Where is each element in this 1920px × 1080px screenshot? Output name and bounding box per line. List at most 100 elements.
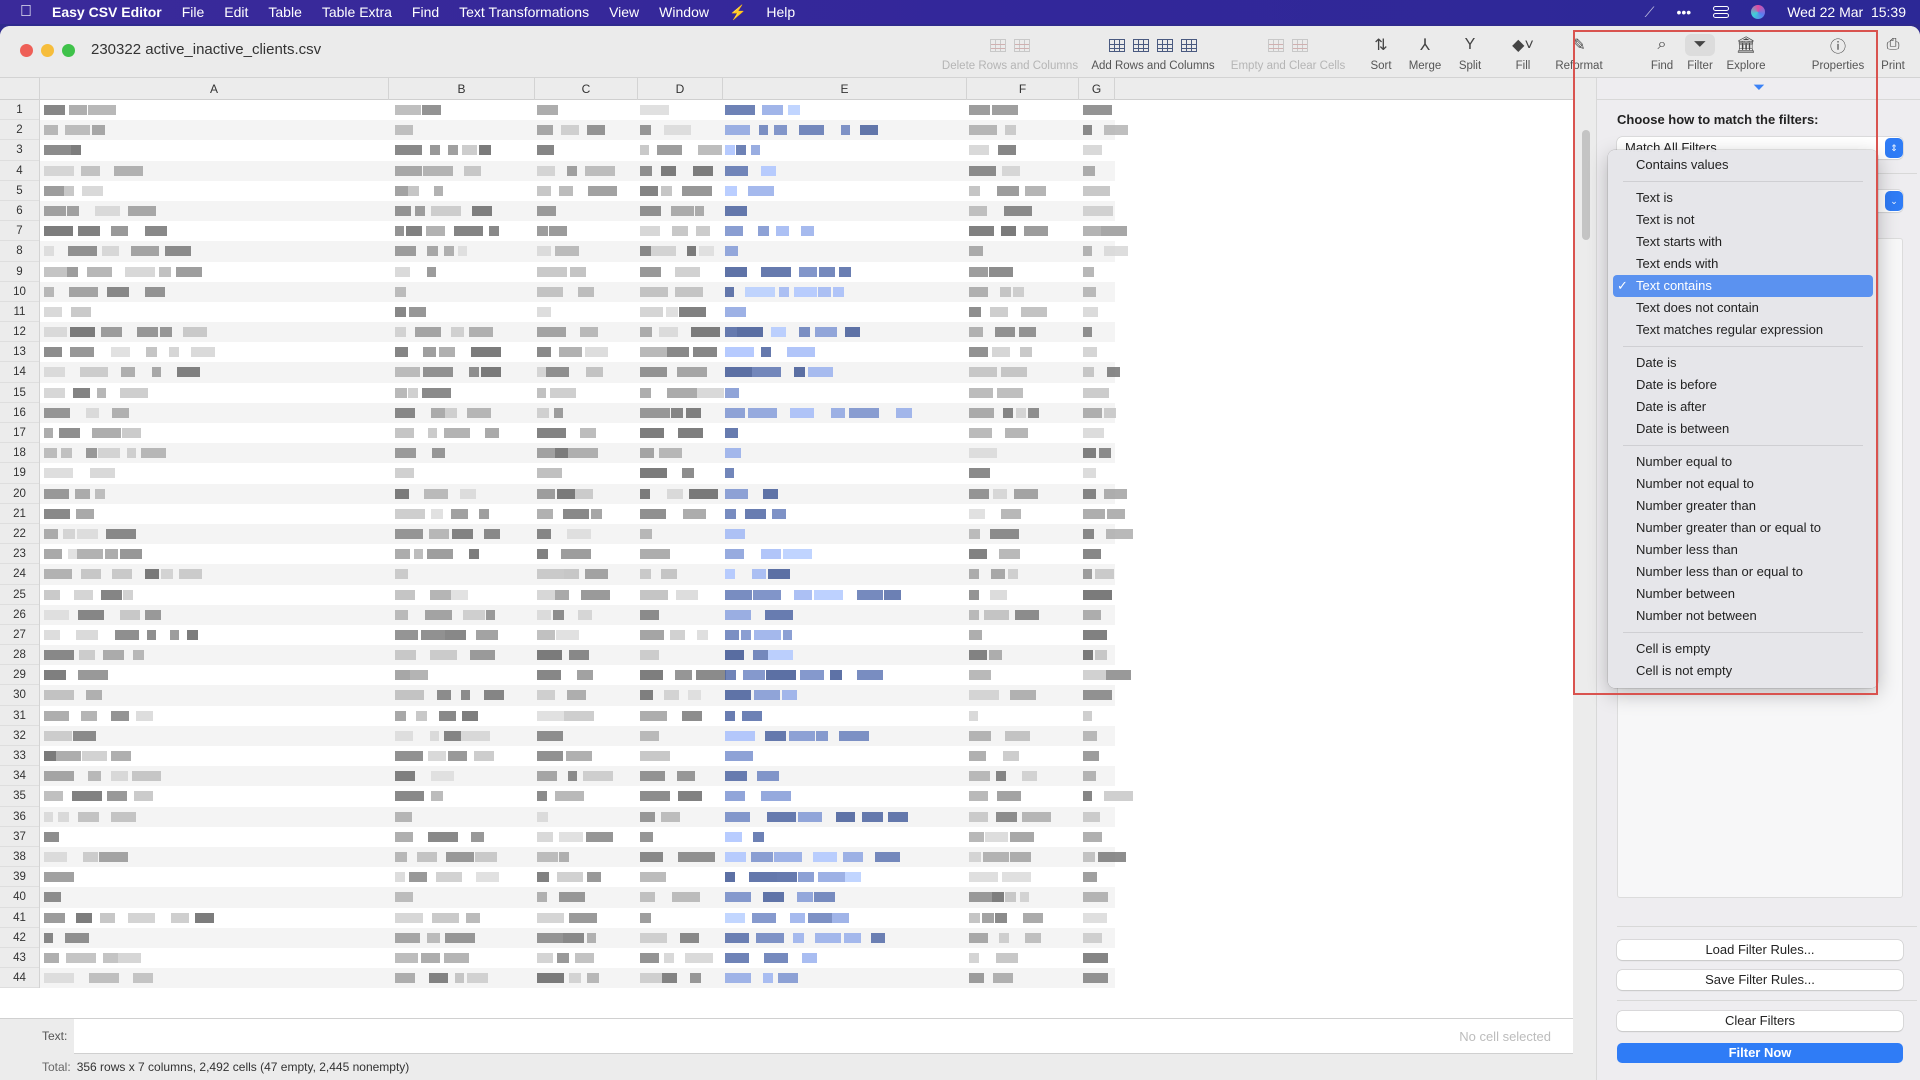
column-header[interactable]: F: [967, 78, 1079, 100]
vertical-scrollbar[interactable]: [1582, 130, 1590, 240]
row-number[interactable]: 5: [0, 181, 39, 201]
row-number[interactable]: 2: [0, 120, 39, 141]
menu-item-text-ends-with[interactable]: Text ends with: [1613, 253, 1873, 275]
table-row[interactable]: [40, 423, 1115, 443]
menu-item-text-starts-with[interactable]: Text starts with: [1613, 231, 1873, 253]
table-row[interactable]: [40, 200, 1115, 222]
column-header[interactable]: C: [535, 78, 638, 100]
menu-item-number-less-than-or-equal-to[interactable]: Number less than or equal to: [1613, 561, 1873, 583]
table-row[interactable]: [40, 463, 1115, 483]
more-icon[interactable]: •••: [1676, 4, 1691, 20]
menu-item-text-matches-regular-expression[interactable]: Text matches regular expression: [1613, 319, 1873, 341]
table-row[interactable]: [40, 564, 1115, 585]
menu-find[interactable]: Find: [402, 4, 449, 20]
menu-item-date-is[interactable]: Date is: [1613, 352, 1873, 374]
row-number[interactable]: 10: [0, 282, 39, 302]
table-row[interactable]: [40, 140, 1115, 160]
column-header[interactable]: A: [40, 78, 389, 100]
menu-item-number-equal-to[interactable]: Number equal to: [1613, 451, 1873, 473]
menu-item-number-greater-than-or-equal-to[interactable]: Number greater than or equal to: [1613, 517, 1873, 539]
table-row[interactable]: [40, 544, 1115, 564]
table-row[interactable]: [40, 927, 1115, 948]
table-row[interactable]: [40, 302, 1115, 322]
row-number[interactable]: 38: [0, 847, 39, 868]
apple-menu-icon[interactable]: : [0, 3, 52, 21]
row-number[interactable]: 21: [0, 504, 39, 524]
table-row[interactable]: [40, 948, 1115, 968]
row-number[interactable]: 4: [0, 161, 39, 181]
row-number[interactable]: 44: [0, 968, 39, 989]
row-number[interactable]: 15: [0, 383, 39, 403]
table-row[interactable]: [40, 685, 1115, 706]
row-number[interactable]: 27: [0, 625, 39, 646]
row-number[interactable]: 23: [0, 544, 39, 565]
row-number[interactable]: 42: [0, 928, 39, 948]
row-number[interactable]: 20: [0, 484, 39, 504]
row-number[interactable]: 31: [0, 706, 39, 726]
explore-button[interactable]: 🏛︎ Explore: [1724, 34, 1768, 72]
table-row[interactable]: [40, 725, 1115, 746]
menu-item-text-is-not[interactable]: Text is not: [1613, 209, 1873, 231]
clock[interactable]: Wed 22 Mar 15:39: [1787, 4, 1906, 20]
column-header[interactable]: D: [638, 78, 723, 100]
row-number[interactable]: 25: [0, 585, 39, 605]
filter-button[interactable]: ⏷ Filter: [1684, 34, 1716, 72]
row-number[interactable]: 33: [0, 746, 39, 767]
menu-window[interactable]: Window: [649, 4, 719, 20]
table-row[interactable]: [40, 281, 1115, 302]
menu-item-cell-is-not-empty[interactable]: Cell is not empty: [1613, 660, 1873, 682]
row-number[interactable]: 3: [0, 140, 39, 161]
menu-item-date-is-before[interactable]: Date is before: [1613, 374, 1873, 396]
row-number[interactable]: 11: [0, 302, 39, 323]
table-row[interactable]: [40, 786, 1133, 806]
table-row[interactable]: [40, 585, 1115, 605]
row-number[interactable]: 32: [0, 726, 39, 746]
table-row[interactable]: [40, 160, 1115, 181]
table-row[interactable]: [40, 867, 1115, 887]
table-row[interactable]: [40, 241, 1128, 262]
row-number[interactable]: 26: [0, 605, 39, 625]
menu-view[interactable]: View: [599, 4, 649, 20]
row-number[interactable]: 12: [0, 322, 39, 343]
menu-item-cell-is-empty[interactable]: Cell is empty: [1613, 638, 1873, 660]
menu-table[interactable]: Table: [258, 4, 311, 20]
row-number[interactable]: 40: [0, 887, 39, 908]
row-number[interactable]: 39: [0, 867, 39, 888]
table-row[interactable]: [40, 766, 1115, 787]
row-number[interactable]: 29: [0, 665, 39, 686]
menu-edit[interactable]: Edit: [214, 4, 258, 20]
row-number[interactable]: 16: [0, 403, 39, 423]
row-number[interactable]: 18: [0, 443, 39, 464]
corner-cell[interactable]: [0, 78, 40, 100]
table-body[interactable]: [40, 100, 1133, 989]
table-row[interactable]: [40, 262, 1115, 282]
table-row[interactable]: [40, 402, 1116, 423]
row-number[interactable]: 43: [0, 948, 39, 969]
row-number[interactable]: 19: [0, 463, 39, 484]
clear-filters-button[interactable]: Clear Filters: [1617, 1011, 1903, 1031]
table-row[interactable]: [40, 806, 1115, 827]
table-row[interactable]: [40, 362, 1120, 383]
row-number[interactable]: 28: [0, 645, 39, 666]
menu-item-number-greater-than[interactable]: Number greater than: [1613, 495, 1873, 517]
split-button[interactable]: Y Split: [1455, 34, 1485, 72]
table-row[interactable]: [40, 625, 1115, 645]
table-row[interactable]: [40, 221, 1127, 241]
table-row[interactable]: [40, 383, 1115, 403]
row-number[interactable]: 13: [0, 342, 39, 363]
menu-item-text-is[interactable]: Text is: [1613, 187, 1873, 209]
sort-button[interactable]: ⇅ Sort: [1366, 34, 1396, 72]
row-number[interactable]: 41: [0, 908, 39, 928]
row-number[interactable]: 6: [0, 201, 39, 222]
siri-icon[interactable]: [1751, 5, 1766, 19]
column-header[interactable]: E: [723, 78, 967, 100]
control-center-icon[interactable]: [1713, 6, 1730, 18]
row-number[interactable]: 37: [0, 827, 39, 847]
menu-item-number-not-equal-to[interactable]: Number not equal to: [1613, 473, 1873, 495]
load-filter-rules-button[interactable]: Load Filter Rules...: [1617, 940, 1903, 960]
table-row[interactable]: [40, 120, 1128, 141]
menu-table-extra[interactable]: Table Extra: [312, 4, 402, 20]
fill-button[interactable]: ◆˅ Fill: [1508, 34, 1538, 72]
row-number[interactable]: 22: [0, 524, 39, 545]
minimize-button[interactable]: [41, 44, 54, 57]
